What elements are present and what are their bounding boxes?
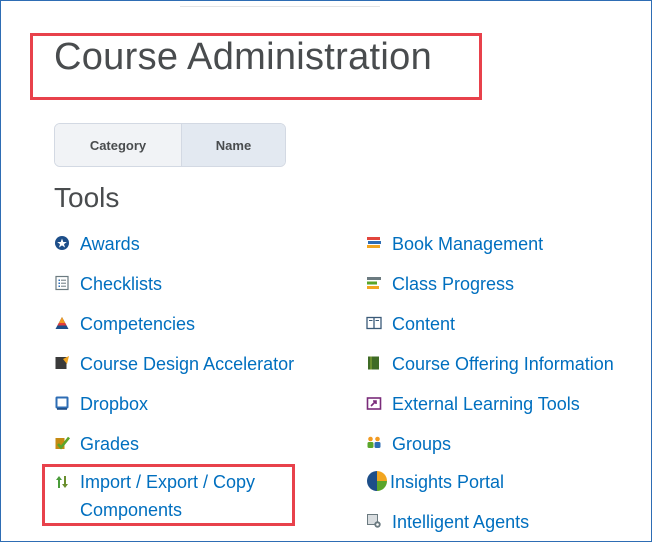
tool-label: Groups [392, 434, 452, 454]
name-toggle-button[interactable]: Name [181, 124, 285, 166]
tool-link-course-offering-information[interactable]: Course Offering Information [366, 352, 614, 376]
groups-icon [366, 435, 382, 451]
external-tools-icon [366, 395, 382, 411]
checklist-icon [54, 275, 70, 291]
tool-label: Checklists [80, 274, 163, 294]
tool-link-checklists[interactable]: Checklists [54, 272, 162, 296]
category-toggle-button[interactable]: Category [55, 124, 181, 166]
tool-link-import-export-copy[interactable]: Import / Export / Copy Components [42, 468, 295, 524]
award-icon [54, 235, 70, 251]
view-toggle: Category Name [54, 123, 286, 167]
tool-link-grades[interactable]: Grades [54, 432, 139, 456]
tool-label: Course Design Accelerator [80, 354, 295, 374]
title-highlight-box [30, 33, 482, 100]
tool-link-competencies[interactable]: Competencies [54, 312, 195, 336]
tool-link-content[interactable]: Content [366, 312, 455, 336]
tool-label: Content [392, 314, 456, 334]
tool-label: Dropbox [80, 394, 149, 414]
tool-link-course-design-accelerator[interactable]: Course Design Accelerator [54, 352, 294, 376]
tool-label: Course Offering Information [392, 354, 614, 374]
tool-link-intelligent-agents[interactable]: Intelligent Agents [366, 510, 529, 534]
content-icon [366, 315, 382, 331]
tool-link-insights-portal[interactable]: Insights Portal [366, 470, 504, 494]
tool-label: Intelligent Agents [392, 512, 530, 532]
course-offering-icon [366, 355, 382, 371]
tool-label: Awards [80, 234, 140, 254]
tool-label: Import / Export / Copy Components [80, 472, 256, 520]
section-title: Tools [54, 182, 120, 213]
course-design-icon [54, 355, 70, 371]
tool-link-groups[interactable]: Groups [366, 432, 451, 456]
grades-icon [54, 435, 71, 451]
tool-label: External Learning Tools [392, 394, 580, 414]
class-progress-icon [366, 275, 382, 291]
insights-icon [366, 470, 388, 492]
tool-link-awards[interactable]: Awards [54, 232, 140, 256]
tool-link-book-management[interactable]: Book Management [366, 232, 543, 256]
top-strip [180, 0, 380, 7]
tool-link-dropbox[interactable]: Dropbox [54, 392, 148, 416]
intelligent-agents-icon [366, 513, 382, 529]
tool-label: Insights Portal [390, 472, 505, 492]
tool-label: Grades [80, 434, 140, 454]
tool-label: Book Management [392, 234, 544, 254]
books-icon [366, 235, 382, 251]
tool-label: Class Progress [392, 274, 515, 294]
tool-label: Competencies [80, 314, 196, 334]
tool-link-external-learning-tools[interactable]: External Learning Tools [366, 392, 580, 416]
tool-link-class-progress[interactable]: Class Progress [366, 272, 514, 296]
dropbox-icon [54, 395, 70, 411]
competencies-icon [54, 315, 70, 331]
